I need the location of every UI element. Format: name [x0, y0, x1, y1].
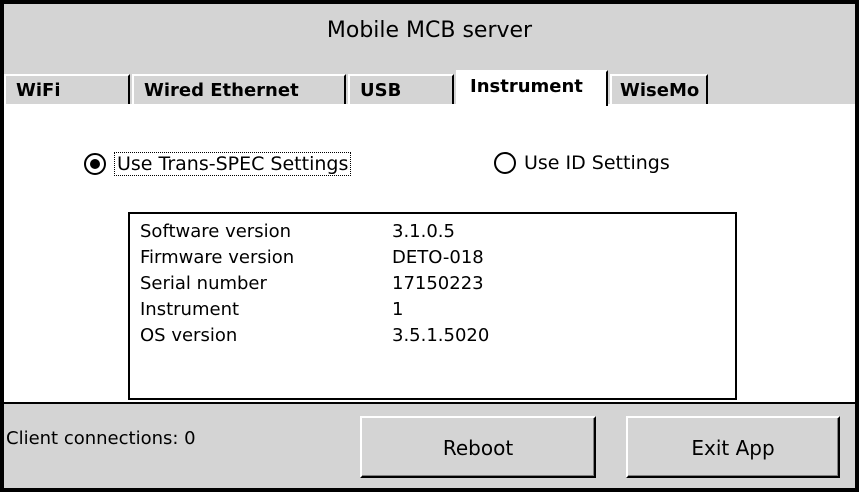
info-key: OS version: [140, 325, 238, 346]
tab-usb[interactable]: USB: [348, 74, 454, 104]
window-title: Mobile MCB server: [326, 18, 533, 43]
tab-wifi[interactable]: WiFi: [4, 74, 130, 104]
exit-app-button[interactable]: Exit App: [626, 416, 840, 478]
info-value: DETO-018: [392, 247, 484, 268]
info-row-serial: Serial number 17150223: [140, 272, 484, 296]
radio-unselected-icon[interactable]: [494, 152, 516, 174]
info-key: Serial number: [140, 273, 267, 294]
info-key: Firmware version: [140, 247, 295, 268]
trans-spec-option[interactable]: Use Trans-SPEC Settings: [84, 152, 352, 176]
radio-selected-icon[interactable]: [84, 153, 106, 175]
id-settings-option[interactable]: Use ID Settings: [494, 152, 670, 174]
client-connections-status: Client connections: 0: [6, 428, 196, 449]
tab-instrument[interactable]: Instrument: [456, 70, 608, 106]
info-value: 17150223: [392, 273, 484, 294]
info-row-software: Software version 3.1.0.5: [140, 220, 455, 244]
info-value: 3.5.1.5020: [392, 325, 490, 346]
instrument-info-box: Software version 3.1.0.5 Firmware version…: [128, 212, 737, 400]
reboot-button[interactable]: Reboot: [360, 416, 596, 478]
app-window: Mobile MCB server WiFi Wired Ethernet US…: [0, 0, 859, 492]
info-row-instrument: Instrument 1: [140, 298, 403, 322]
trans-spec-label: Use Trans-SPEC Settings: [114, 152, 352, 176]
tab-bar: WiFi Wired Ethernet USB Instrument WiseM…: [4, 70, 855, 106]
info-key: Software version: [140, 221, 291, 242]
tab-wisemo[interactable]: WiseMo: [610, 74, 708, 104]
info-row-firmware: Firmware version DETO-018: [140, 246, 484, 270]
info-key: Instrument: [140, 299, 240, 320]
info-row-os: OS version 3.5.1.5020: [140, 324, 489, 348]
info-value: 3.1.0.5: [392, 221, 455, 242]
id-settings-label: Use ID Settings: [524, 152, 670, 174]
info-value: 1: [392, 299, 404, 320]
tab-wired-ethernet[interactable]: Wired Ethernet: [132, 74, 346, 104]
instrument-panel: Use Trans-SPEC Settings Use ID Settings …: [4, 104, 855, 404]
